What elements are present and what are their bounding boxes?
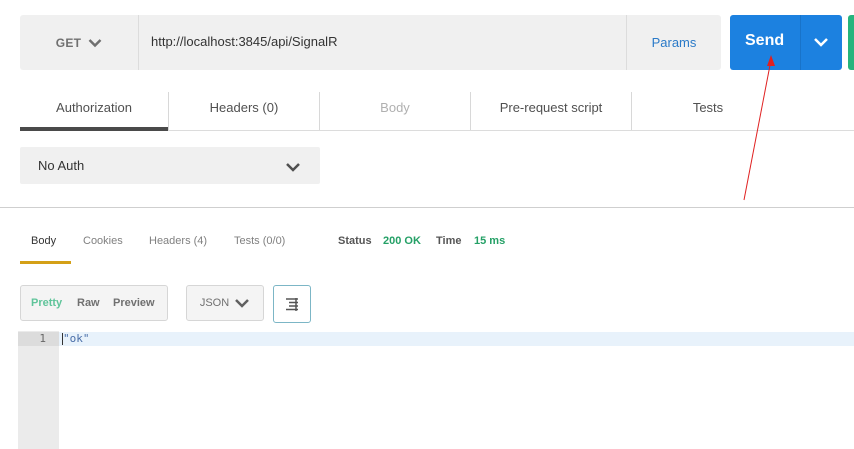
time-label: Time [436,235,462,247]
status-label: Status [338,235,372,247]
view-preview-button[interactable]: Preview [113,297,155,309]
method-dropdown[interactable]: GET [20,15,139,70]
tab-body[interactable]: Body [320,84,470,130]
chevron-down-icon [286,163,300,172]
wrap-lines-icon [286,298,298,311]
time-value: 15 ms [474,235,506,247]
send-divider [800,15,801,70]
active-tab-indicator [20,127,168,131]
method-label: GET [55,35,82,50]
chevron-down-icon [88,38,102,47]
response-tab-headers[interactable]: Headers (4) [149,235,207,247]
format-select[interactable]: JSON [186,285,264,321]
params-button[interactable]: Params [626,15,721,70]
active-line-highlight [59,332,854,346]
auth-type-value: No Auth [38,158,85,173]
tab-tests[interactable]: Tests [632,84,784,130]
view-pretty-button[interactable]: Pretty [31,297,62,309]
section-divider [0,207,854,208]
text-cursor [62,333,63,345]
chevron-down-icon [235,298,250,308]
tab-headers[interactable]: Headers (0) [169,84,319,130]
line-gutter [18,331,59,449]
view-raw-button[interactable]: Raw [77,297,100,309]
wrap-lines-button[interactable] [273,285,311,323]
auth-type-select[interactable]: No Auth [20,147,320,184]
response-tab-cookies[interactable]: Cookies [83,235,123,247]
line-number: 1 [39,332,46,345]
tab-pre-request-script[interactable]: Pre-request script [471,84,631,130]
active-response-tab-indicator [20,261,71,264]
send-button[interactable]: Send [730,15,842,70]
code-line[interactable]: "ok" [63,332,90,346]
tab-authorization[interactable]: Authorization [20,84,168,130]
response-tab-body[interactable]: Body [31,235,56,247]
send-label: Send [745,32,785,49]
chevron-down-icon[interactable] [813,37,829,48]
save-button-edge[interactable] [848,15,854,70]
view-mode-group: Pretty Raw Preview [20,285,168,321]
response-tab-tests[interactable]: Tests (0/0) [234,235,285,247]
url-input[interactable]: http://localhost:3845/api/SignalR [151,34,337,49]
status-value: 200 OK [383,235,421,247]
format-value: JSON [199,297,230,309]
